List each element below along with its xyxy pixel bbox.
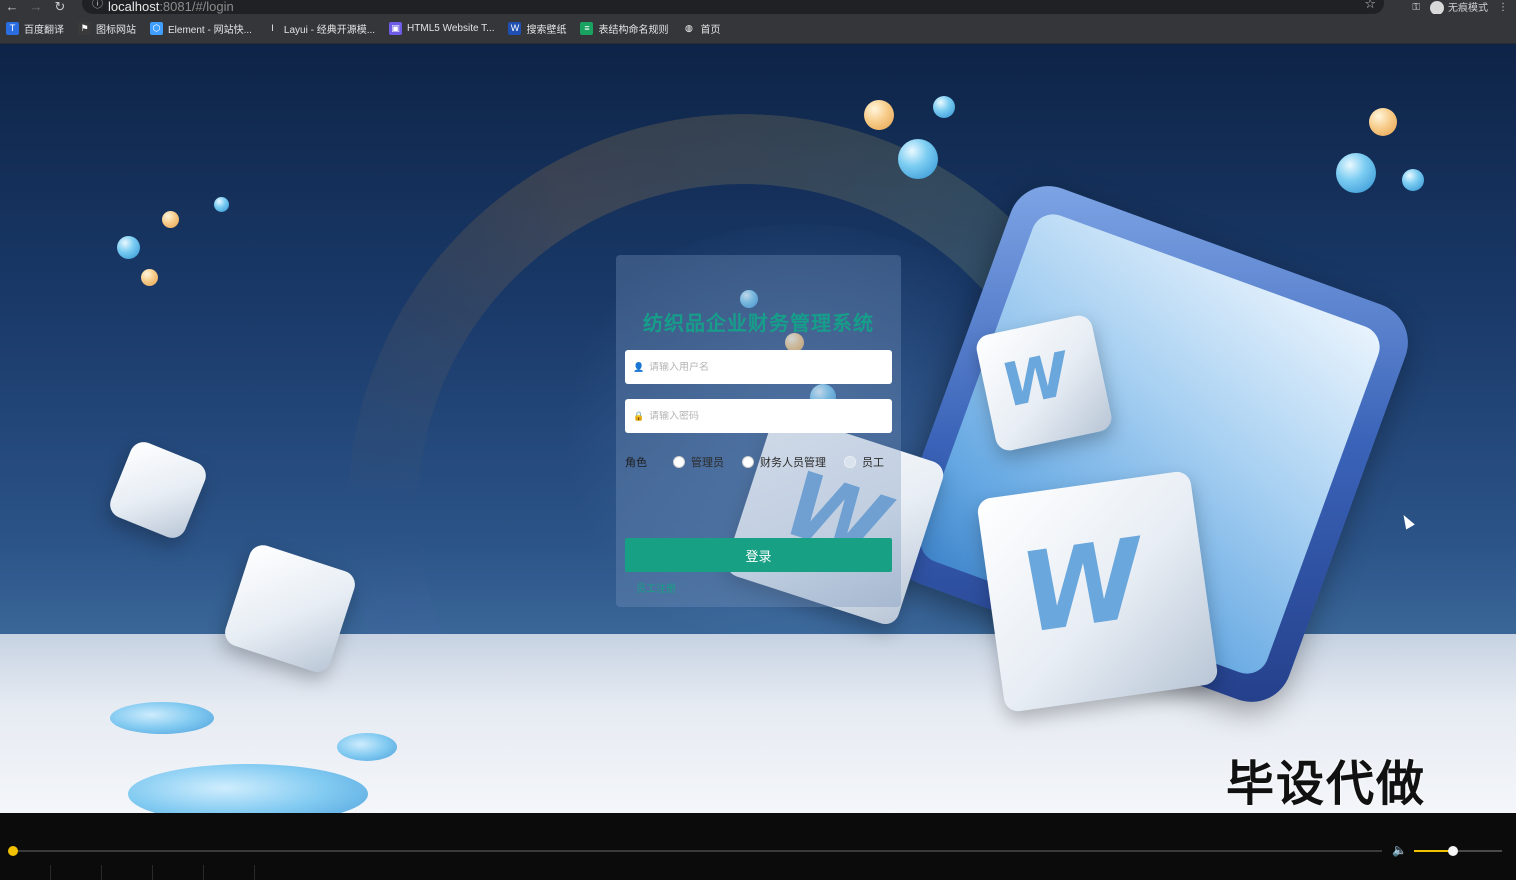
back-icon[interactable]: ←	[0, 0, 24, 14]
w-letter-icon: W	[1012, 514, 1151, 658]
bookmark-label: HTML5 Website T...	[407, 23, 495, 34]
forward-icon[interactable]: →	[24, 0, 48, 14]
incognito-indicator[interactable]: 无痕模式	[1430, 0, 1488, 16]
reload-icon[interactable]: ↻	[48, 0, 72, 14]
orange-ball	[162, 211, 179, 228]
water-puddle	[337, 733, 397, 761]
address-bar[interactable]: ⓘ localhost:8081/#/login ☆	[82, 0, 1384, 14]
url-text: localhost:8081/#/login	[108, 0, 234, 14]
login-button[interactable]: 登录	[625, 538, 892, 572]
orange-ball	[1369, 108, 1397, 136]
bookmarks-bar: T 百度翻译 ⚑ 图标网站 ⬡ Element - 网站快... l Layui - 经典开源…	[0, 14, 1516, 44]
toolbar-right: ⚿ 无痕模式 ⋮	[1412, 0, 1516, 16]
username-input[interactable]	[649, 361, 869, 373]
bookmark-item[interactable]: ⬡ Element - 网站快...	[150, 21, 252, 36]
menu-icon[interactable]: ⋮	[1498, 2, 1508, 13]
bookmark-label: 首页	[700, 25, 721, 36]
bookmark-favicon-icon: l	[265, 22, 279, 35]
bookmark-item[interactable]: ▣ HTML5 Website T...	[389, 22, 494, 35]
user-icon: 👤	[633, 361, 645, 372]
role-option-label: 员工	[862, 457, 884, 469]
password-field[interactable]: 🔒	[625, 399, 892, 433]
progress-track[interactable]	[14, 850, 1382, 852]
bookmark-label: 搜索壁纸	[526, 25, 567, 36]
bookmark-favicon-icon: ◍	[682, 22, 696, 35]
player-tab[interactable]	[0, 865, 51, 880]
volume-fill	[1414, 850, 1453, 852]
orange-ball	[141, 269, 158, 286]
w-cube: W	[976, 470, 1219, 713]
player-tabs	[0, 865, 255, 880]
bookmark-label: 表结构命名规则	[598, 25, 669, 36]
blue-ball	[214, 197, 229, 212]
username-field[interactable]: 👤	[625, 350, 892, 384]
role-option-label: 管理员	[691, 457, 724, 469]
player-tab[interactable]	[102, 865, 153, 880]
bookmark-item[interactable]: ◍ 首页	[682, 21, 720, 36]
bookmark-item[interactable]: l Layui - 经典开源模...	[265, 21, 376, 36]
bookmark-item[interactable]: ≡ 表结构命名规则	[580, 21, 668, 36]
bookmark-favicon-icon: W	[508, 22, 522, 35]
video-player-bar: 🔈	[0, 813, 1516, 880]
blue-ball	[117, 236, 140, 259]
volume-handle[interactable]	[1447, 846, 1458, 856]
key-icon[interactable]: ⚿	[1412, 2, 1420, 13]
bookmark-star-icon[interactable]: ☆	[1364, 0, 1376, 12]
bookmark-favicon-icon: ⬡	[150, 22, 163, 35]
progress-handle[interactable]	[8, 846, 18, 856]
login-card: 纺织品企业财务管理系统 👤 🔒 角色 管理员 财务人员管理 员工 登录 员工注册	[616, 255, 901, 607]
role-radio-admin[interactable]	[673, 456, 685, 468]
player-tab[interactable]	[204, 865, 255, 880]
role-option-label: 财务人员管理	[760, 457, 826, 469]
blue-ball	[1336, 153, 1376, 193]
password-input[interactable]	[649, 410, 869, 422]
role-label: 角色	[625, 457, 647, 469]
bookmark-label: Element - 网站快...	[168, 25, 252, 36]
bookmark-item[interactable]: ⚑ 图标网站	[78, 21, 136, 36]
bookmark-favicon-icon: T	[6, 22, 19, 35]
bookmark-favicon-icon: ▣	[389, 22, 403, 35]
bookmark-label: Layui - 经典开源模...	[283, 25, 376, 36]
bookmark-favicon-icon: ⚑	[78, 22, 91, 35]
bookmark-label: 百度翻译	[24, 25, 64, 36]
watermark-text: 毕设代做	[1226, 756, 1427, 812]
bookmark-item[interactable]: W 搜索壁纸	[508, 21, 566, 36]
blue-ball	[898, 139, 938, 179]
player-tab[interactable]	[51, 865, 102, 880]
role-selector: 角色 管理员 财务人员管理 员工	[625, 454, 896, 470]
system-title: 纺织品企业财务管理系统	[643, 313, 874, 335]
info-icon[interactable]: ⓘ	[92, 0, 108, 11]
orange-ball	[864, 100, 894, 130]
blue-ball	[933, 96, 955, 118]
w-letter-icon: W	[995, 339, 1076, 422]
browser-toolbar: ← → ↻ ⓘ localhost:8081/#/login ☆ ⚿ 无痕模式 …	[0, 0, 1516, 16]
player-tab[interactable]	[153, 865, 204, 880]
register-link[interactable]: 员工注册	[636, 580, 676, 595]
w-cube: W	[974, 313, 1114, 453]
bookmark-label: 图标网站	[96, 25, 136, 36]
blue-ball	[1402, 169, 1424, 191]
lock-icon: 🔒	[633, 410, 645, 421]
login-page: W W W 纺织品企业财务管理系统 👤 🔒 角色 管理员 财务人员管理 员工 登	[0, 44, 1516, 813]
role-radio-employee[interactable]	[844, 456, 856, 468]
bookmark-item[interactable]: T 百度翻译	[6, 21, 64, 36]
bookmark-favicon-icon: ≡	[580, 22, 594, 35]
volume-icon[interactable]: 🔈	[1392, 843, 1407, 857]
water-puddle	[110, 702, 214, 734]
role-radio-finance[interactable]	[742, 456, 754, 468]
cube-decoration	[105, 437, 211, 543]
mouse-cursor-icon	[1399, 512, 1415, 530]
